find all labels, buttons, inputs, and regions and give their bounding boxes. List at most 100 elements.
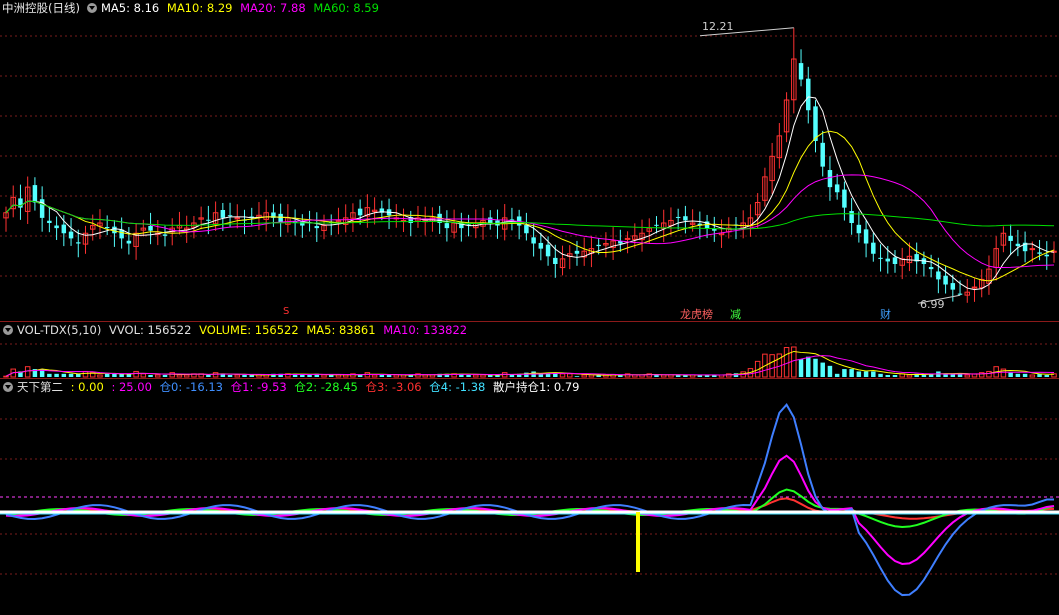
signal-s-marker[interactable]: S: [283, 306, 289, 317]
candle-body: [1044, 254, 1050, 257]
volume-bar: [342, 374, 349, 378]
candle-body: [654, 224, 659, 226]
main-price-pane[interactable]: 中洲控股(日线) MA5: 8.16 MA10: 8.29 MA20: 7.88 …: [0, 0, 1059, 322]
volume-bar: [581, 374, 587, 378]
candle-body: [871, 242, 876, 254]
volume-bar: [162, 375, 168, 377]
volume-bar: [466, 375, 471, 377]
candle-body: [936, 271, 941, 280]
volume-bar: [61, 373, 67, 377]
dragon-tiger-list-marker[interactable]: 龙虎榜: [680, 306, 713, 322]
candle-body: [538, 242, 544, 249]
volume-bar: [206, 375, 211, 377]
candle-body: [357, 208, 363, 216]
candle-body: [820, 142, 825, 167]
candle-body: [314, 226, 320, 229]
volume-bar: [567, 373, 573, 378]
candle-body: [545, 244, 551, 257]
candle-body: [683, 216, 688, 221]
volume-bar: [148, 375, 153, 377]
volume-bar: [335, 374, 342, 378]
volume-bar: [1029, 374, 1036, 378]
candle-body: [76, 242, 81, 244]
candle-body: [892, 257, 898, 264]
volume-bar: [660, 374, 667, 378]
volume-bar: [242, 375, 247, 377]
candle-body: [47, 220, 52, 223]
high-price-label: 12.21: [702, 20, 734, 33]
finance-marker[interactable]: 财: [880, 306, 891, 322]
ma10-legend: MA10: 8.29: [166, 1, 233, 15]
volume-bar: [307, 375, 312, 377]
volume-bar: [140, 373, 147, 378]
vol-ma10-value: MA10: 133822: [383, 323, 468, 337]
candlestick-chart[interactable]: [0, 0, 1059, 322]
volume-bar: [509, 375, 515, 377]
candle-body: [806, 78, 811, 111]
candle-body: [234, 217, 241, 220]
volume-bar: [68, 373, 74, 377]
volume-bar: [574, 376, 580, 377]
volume-bar: [834, 373, 840, 377]
candle-body: [834, 184, 840, 193]
volume-bar: [769, 354, 775, 378]
candle-body: [878, 257, 883, 259]
volume-bar: [24, 366, 31, 378]
vol-indicator-name: VOL-TDX(5,10): [17, 323, 102, 337]
candle-body: [827, 170, 833, 188]
candle-body: [885, 258, 891, 262]
candle-body: [943, 275, 948, 285]
vol-ma5-line: [5, 350, 1054, 377]
ind-c4: 仓4: -1.38: [429, 380, 486, 394]
volume-header: VOL-TDX(5,10) VVOL: 156522 VOLUME: 15652…: [0, 322, 471, 338]
ind-retail: 散户持仓1: 0.79: [493, 380, 580, 394]
volume-bar: [1022, 373, 1028, 377]
candle-body: [68, 231, 74, 239]
volume-bar: [1044, 375, 1050, 377]
volume-bar: [47, 373, 52, 377]
volume-bar: [357, 375, 363, 377]
volume-bar: [559, 373, 566, 378]
candle-body: [148, 225, 153, 231]
settings-gear-icon[interactable]: [3, 382, 13, 392]
candle-body: [950, 283, 956, 290]
volume-bar: [813, 358, 818, 377]
indicator-pane[interactable]: 天下第二 : 0.00 : 25.00 仓0: -16.13 仓1: -9.53…: [0, 379, 1059, 615]
volume-bar: [986, 370, 992, 378]
settings-gear-icon[interactable]: [86, 3, 97, 13]
settings-gear-icon[interactable]: [3, 325, 13, 335]
magenta-line: [5, 454, 1055, 565]
indicator-chart[interactable]: [0, 379, 1059, 615]
candle-body: [162, 234, 168, 236]
reduce-marker[interactable]: 减: [730, 306, 741, 322]
candle-body: [1008, 235, 1013, 241]
stock-title: 中洲控股(日线): [2, 1, 80, 15]
volume-bar: [393, 374, 400, 378]
candle-body: [104, 226, 110, 229]
main-header: 中洲控股(日线) MA5: 8.16 MA10: 8.29 MA20: 7.88 …: [0, 0, 383, 16]
ind-c2: 仓2: -28.45: [294, 380, 358, 394]
ma20-line: [5, 174, 1055, 268]
volume-bar: [964, 374, 971, 378]
volume-bar: [155, 374, 161, 378]
volume-bar: [820, 362, 825, 377]
volume-bar: [104, 373, 110, 377]
volume-bar: [849, 369, 854, 377]
candle-body: [227, 215, 233, 217]
volume-bar: [429, 374, 436, 378]
volume-pane[interactable]: VOL-TDX(5,10) VVOL: 156522 VOLUME: 15652…: [0, 322, 1059, 379]
volume-bar: [97, 374, 103, 378]
indicator-header: 天下第二 : 0.00 : 25.00 仓0: -16.13 仓1: -9.53…: [0, 379, 583, 395]
volume-bar: [871, 371, 876, 377]
low-price-label: 6.99: [920, 298, 945, 311]
volume-bar: [321, 374, 327, 378]
green-line: [5, 488, 1055, 528]
volume-bar: [1008, 372, 1013, 377]
volume-bar: [112, 373, 117, 377]
candle-body: [675, 216, 681, 218]
candle-body: [1037, 252, 1042, 254]
volume-bar: [654, 375, 659, 377]
candle-body: [863, 229, 869, 244]
candle-body: [596, 244, 601, 247]
volume-bar: [906, 374, 913, 378]
